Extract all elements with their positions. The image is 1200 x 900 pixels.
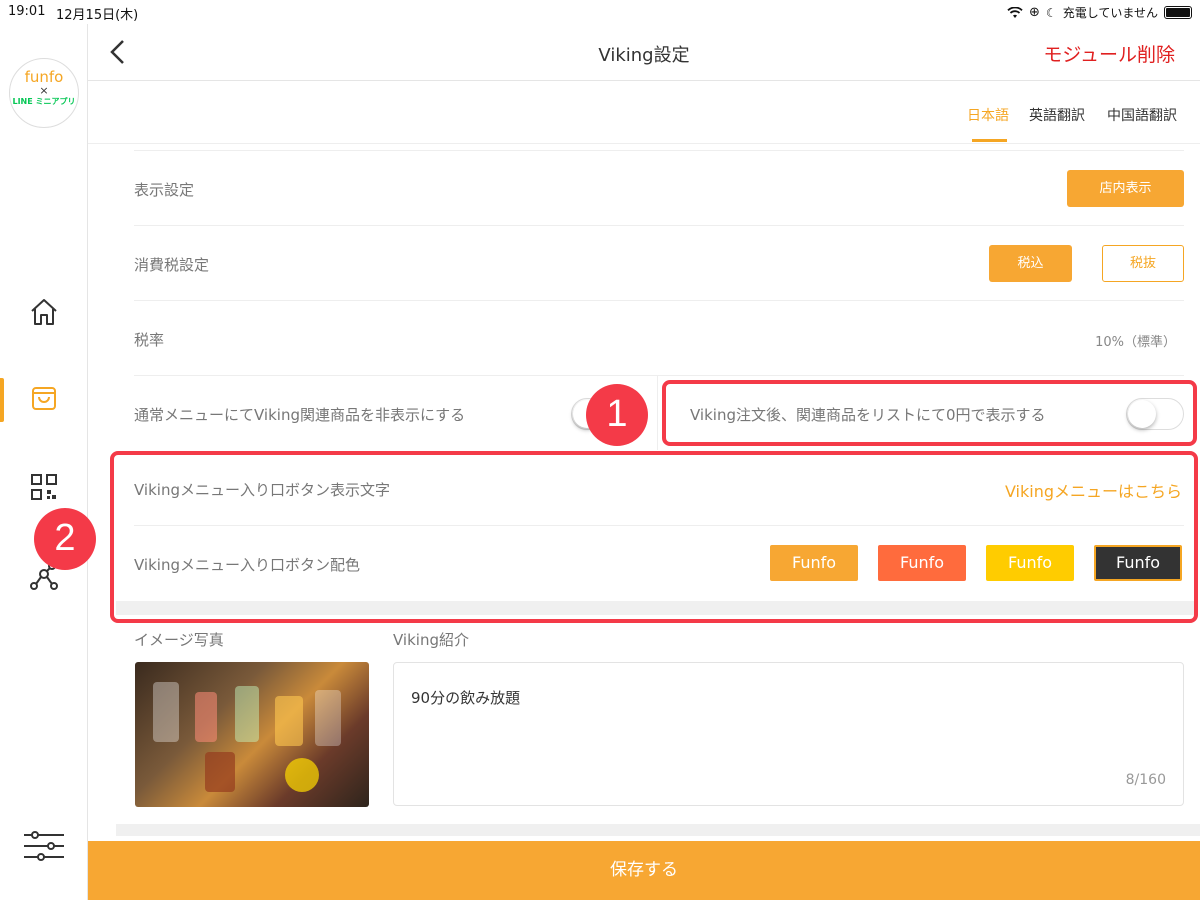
tab-underline xyxy=(972,139,1007,142)
callout-badge-2: 2 xyxy=(34,508,96,570)
sidebar-item-viking[interactable] xyxy=(24,378,64,418)
tax-rate-row: 税率 10%（標準） xyxy=(134,301,1184,376)
display-setting-row: 表示設定 店内表示 xyxy=(134,151,1184,226)
tab-english[interactable]: 英語翻訳 xyxy=(1029,105,1085,125)
logo-x: × xyxy=(39,84,49,97)
orientation-lock-icon: ⊕ xyxy=(1029,5,1040,20)
in-store-display-button[interactable]: 店内表示 xyxy=(1067,170,1184,207)
tax-setting-label: 消費税設定 xyxy=(134,256,210,274)
show-zero-yen-label: Viking注文後、関連商品をリストにて0円で表示する xyxy=(690,406,1046,424)
toggle-knob xyxy=(1128,400,1156,428)
divider xyxy=(657,376,658,450)
intro-counter: 8/160 xyxy=(1125,772,1166,788)
settings-sliders-icon xyxy=(24,831,64,861)
page-title: Viking設定 xyxy=(598,45,690,66)
intro-label: Viking紹介 xyxy=(393,631,469,649)
status-time: 19:01 xyxy=(8,4,46,19)
bottom-separator xyxy=(116,824,1200,836)
callout-2 xyxy=(110,451,1198,623)
intro-text: 90分の飲み放題 xyxy=(411,689,521,707)
wifi-icon xyxy=(1007,6,1023,18)
shopping-bag-icon xyxy=(32,387,56,410)
callout-badge-1: 1 xyxy=(586,384,648,446)
tax-included-button[interactable]: 税込 xyxy=(989,245,1072,282)
tax-excluded-button[interactable]: 税抜 xyxy=(1102,245,1184,282)
sidebar-active-indicator xyxy=(0,378,4,422)
language-tabs: 日本語 英語翻訳 中国語翻訳 xyxy=(88,81,1200,144)
hide-related-label: 通常メニューにてViking関連商品を非表示にする xyxy=(134,406,466,424)
charging-status: 充電していません xyxy=(1062,6,1158,20)
display-setting-label: 表示設定 xyxy=(134,181,195,199)
sidebar-item-qr[interactable] xyxy=(24,467,64,507)
image-section-label: イメージ写真 xyxy=(134,631,224,649)
tax-rate-value: 10%（標準） xyxy=(1095,335,1176,350)
show-zero-yen-toggle[interactable] xyxy=(1126,398,1184,430)
battery-icon xyxy=(1164,6,1192,19)
save-button[interactable]: 保存する xyxy=(88,841,1200,900)
status-bar: 19:01 12月15日(木) ⊕ ☾ 充電していません xyxy=(0,0,1200,24)
tab-japanese[interactable]: 日本語 xyxy=(967,105,1009,125)
home-icon xyxy=(31,299,57,325)
funfo-line-logo: funfo × LINE ミニアプリ xyxy=(9,58,79,128)
status-right: ⊕ ☾ 充電していません xyxy=(1007,4,1192,21)
status-date: 12月15日(木) xyxy=(56,8,139,23)
sidebar xyxy=(0,24,88,900)
tax-setting-row: 消費税設定 税込 税抜 xyxy=(134,226,1184,301)
sidebar-item-settings[interactable] xyxy=(24,826,64,866)
qr-code-icon xyxy=(31,474,57,500)
tab-chinese[interactable]: 中国語翻訳 xyxy=(1107,105,1177,125)
header: Viking設定 モジュール削除 xyxy=(88,24,1200,81)
image-photo[interactable] xyxy=(135,662,369,807)
moon-icon: ☾ xyxy=(1045,5,1057,20)
logo-line: LINE ミニアプリ xyxy=(12,97,76,106)
tax-rate-label: 税率 xyxy=(134,331,165,349)
delete-module-button[interactable]: モジュール削除 xyxy=(1043,40,1175,67)
sidebar-item-home[interactable] xyxy=(24,292,64,332)
intro-textarea[interactable]: 90分の飲み放題 8/160 xyxy=(393,662,1184,806)
